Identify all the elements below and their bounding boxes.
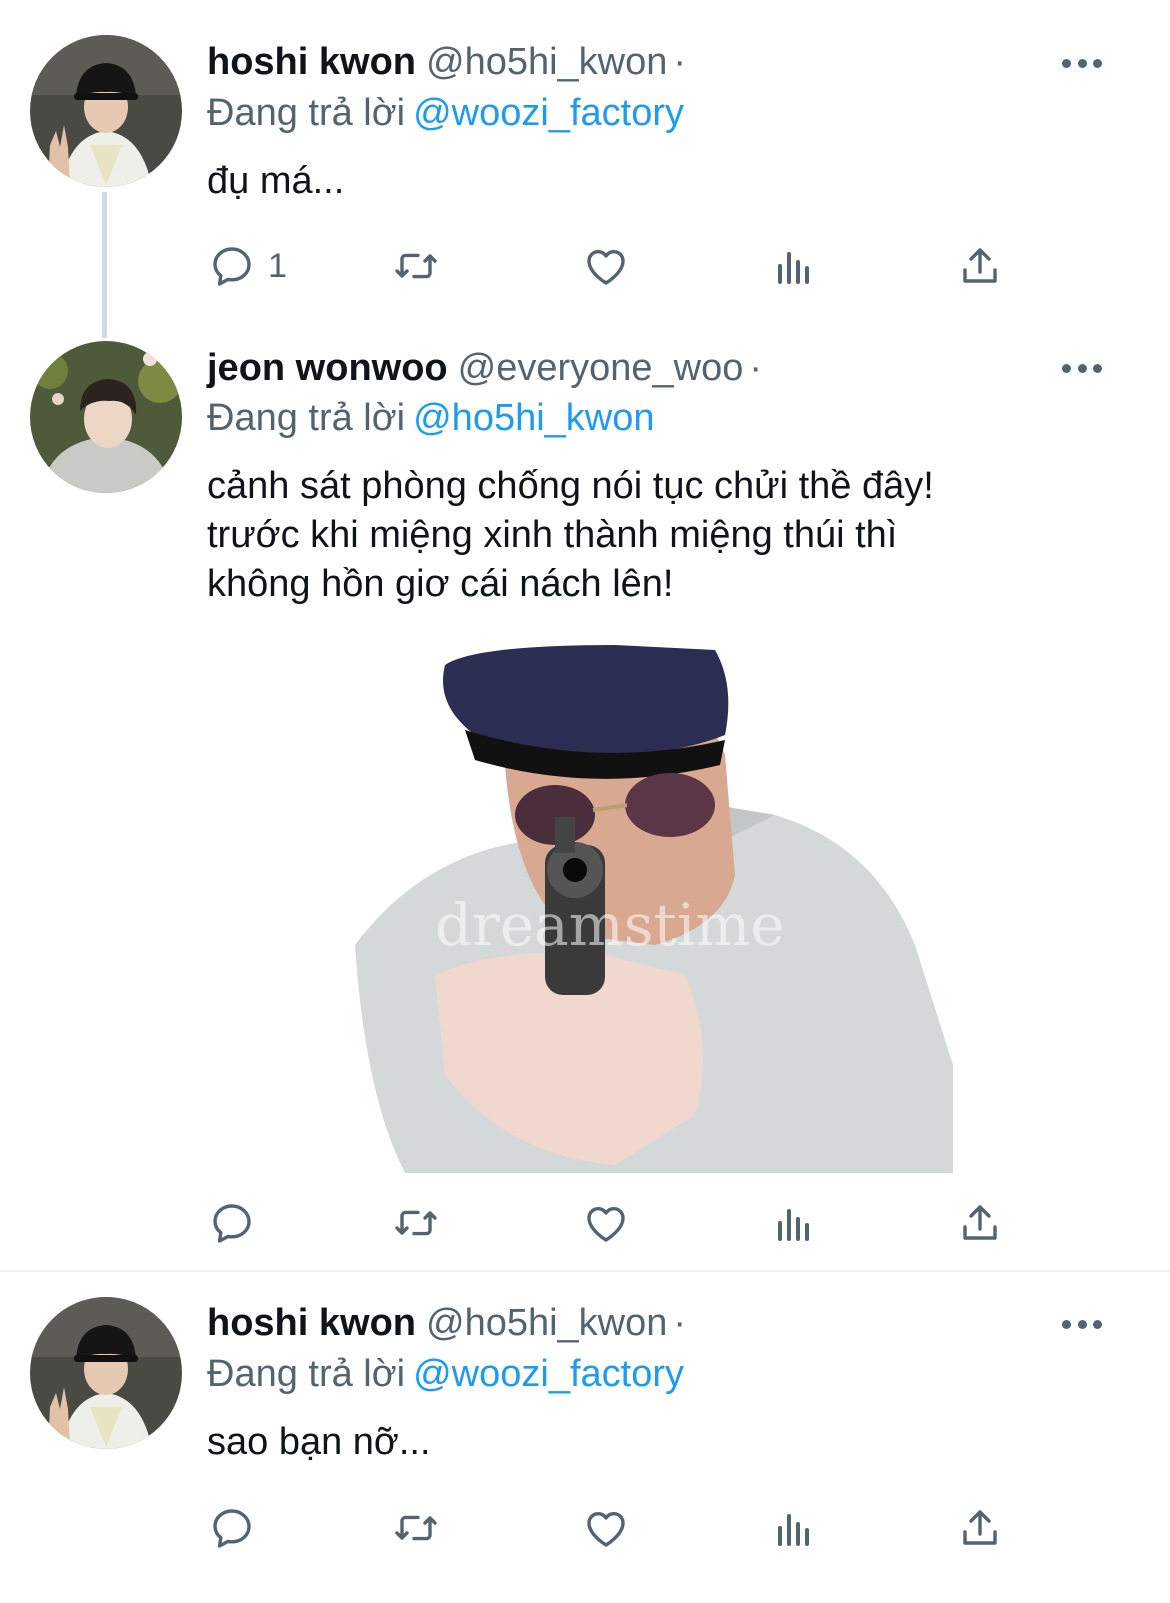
tweet-text: cảnh sát phòng chống nói tục chửi thề đâ… (207, 465, 934, 605)
dot-icon (1077, 363, 1087, 373)
bar-chart-icon (778, 252, 809, 284)
display-name[interactable]: hoshi kwon (207, 41, 416, 83)
retweet-arrows-icon (395, 1210, 437, 1236)
replying-to: Đang trả lời @ho5hi_kwon (207, 394, 655, 442)
share-button[interactable] (956, 1193, 1004, 1253)
separator-dot: · (673, 41, 687, 83)
reply-button[interactable] (208, 1498, 256, 1558)
tweet-media-image[interactable]: dreamstime (355, 645, 953, 1173)
more-options-button[interactable] (1062, 1314, 1102, 1334)
like-button[interactable] (582, 236, 630, 296)
speech-bubble-icon (213, 1204, 251, 1243)
share-button[interactable] (956, 236, 1004, 296)
mention-link[interactable]: @woozi_factory (413, 1353, 684, 1395)
bar-chart-icon (778, 1514, 809, 1546)
avatar-hoshi[interactable] (30, 35, 182, 187)
speech-bubble-icon (213, 247, 251, 286)
avatar-image (30, 341, 182, 493)
mention-link[interactable]: @woozi_factory (413, 92, 684, 134)
avatar-wonwoo[interactable] (30, 341, 182, 493)
dot-icon (1062, 1319, 1071, 1329)
separator-dot: · (673, 1302, 687, 1344)
retweet-button[interactable] (392, 1498, 440, 1558)
user-handle[interactable]: @ho5hi_kwon (426, 41, 667, 83)
more-options-button[interactable] (1062, 53, 1102, 73)
media-watermark: dreamstime (435, 891, 785, 959)
heart-icon (587, 1511, 625, 1547)
replying-to: Đang trả lời @woozi_factory (207, 1350, 684, 1398)
separator-dot: · (749, 347, 763, 389)
police-officer-photo: dreamstime (355, 645, 953, 1173)
avatar-hoshi[interactable] (30, 1297, 182, 1449)
user-handle[interactable]: @ho5hi_kwon (426, 1302, 667, 1344)
tweet-header: jeon wonwoo @everyone_woo · (207, 344, 762, 392)
bar-chart-icon (778, 1209, 809, 1241)
views-button[interactable] (770, 1193, 818, 1253)
tweet-header: hoshi kwon @ho5hi_kwon · (207, 1299, 686, 1347)
action-bar (0, 1193, 1170, 1253)
user-handle[interactable]: @everyone_woo (458, 347, 744, 389)
action-bar: 1 (0, 236, 1170, 296)
display-name[interactable]: jeon wonwoo (207, 347, 448, 389)
heart-icon (587, 249, 625, 285)
retweet-arrows-icon (395, 1515, 437, 1541)
dot-icon (1077, 1319, 1087, 1329)
retweet-button[interactable] (392, 236, 440, 296)
replying-to: Đang trả lời @woozi_factory (207, 89, 684, 137)
views-button[interactable] (770, 1498, 818, 1558)
avatar-image (30, 1297, 182, 1449)
tweet-text: sao bạn nỡ... (207, 1421, 431, 1463)
dot-icon (1062, 363, 1071, 373)
retweet-arrows-icon (395, 253, 437, 279)
dot-icon (1077, 58, 1087, 68)
dot-icon (1062, 58, 1071, 68)
tweet-header: hoshi kwon @ho5hi_kwon · (207, 38, 686, 86)
share-button[interactable] (956, 1498, 1004, 1558)
tweet-divider (0, 1270, 1170, 1272)
heart-icon (587, 1206, 625, 1242)
tweet-text: đụ má... (207, 160, 345, 202)
reply-button[interactable]: 1 (208, 236, 287, 296)
like-button[interactable] (582, 1498, 630, 1558)
dot-icon (1093, 363, 1102, 373)
retweet-button[interactable] (392, 1193, 440, 1253)
share-upload-icon (963, 248, 997, 283)
speech-bubble-icon (213, 1509, 251, 1548)
avatar-image (30, 35, 182, 187)
share-upload-icon (963, 1205, 997, 1240)
mention-link[interactable]: @ho5hi_kwon (413, 397, 654, 439)
reply-count: 1 (268, 246, 287, 285)
reply-button[interactable] (208, 1193, 256, 1253)
views-button[interactable] (770, 236, 818, 296)
replying-to-label: Đang trả lời (207, 397, 406, 439)
replying-to-label: Đang trả lời (207, 1353, 406, 1395)
like-button[interactable] (582, 1193, 630, 1253)
dot-icon (1093, 58, 1102, 68)
share-upload-icon (963, 1510, 997, 1545)
dot-icon (1093, 1319, 1102, 1329)
replying-to-label: Đang trả lời (207, 92, 406, 134)
display-name[interactable]: hoshi kwon (207, 1302, 416, 1344)
more-options-button[interactable] (1062, 358, 1102, 378)
action-bar (0, 1498, 1170, 1558)
